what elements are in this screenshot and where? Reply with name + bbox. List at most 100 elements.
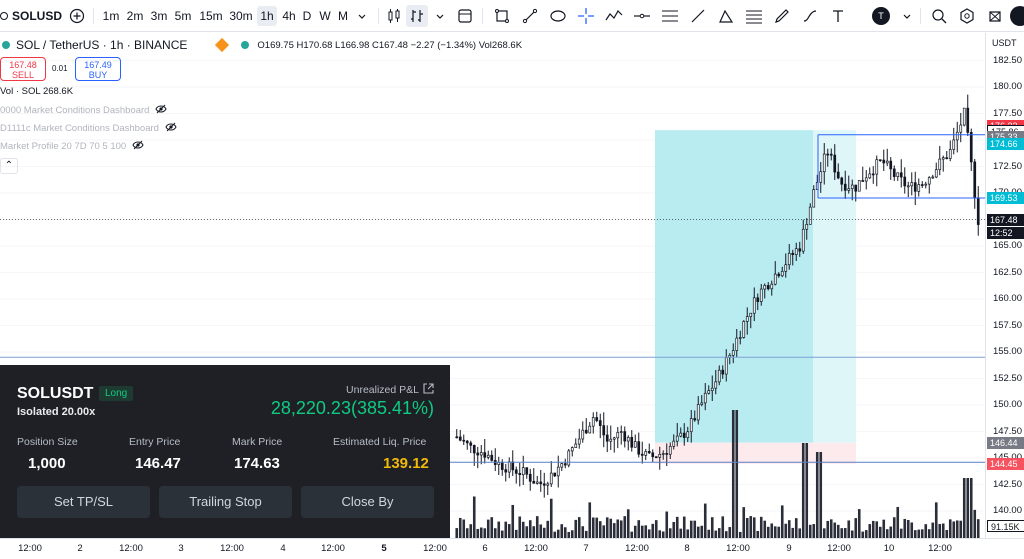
- eye-icon[interactable]: [132, 140, 144, 153]
- trendline-icon[interactable]: [519, 5, 541, 27]
- interval-15m[interactable]: 15m: [198, 6, 224, 26]
- add-symbol-icon[interactable]: [66, 5, 88, 27]
- price-axis[interactable]: USDT 182.50180.00177.50175.00172.50170.0…: [985, 33, 1024, 538]
- user-avatar[interactable]: T: [870, 5, 892, 27]
- chart-title[interactable]: SOL / TetherUS · 1h · BINANCE: [16, 38, 187, 52]
- time-label: 7: [583, 543, 589, 554]
- interval-1m[interactable]: 1m: [101, 6, 121, 26]
- sell-button[interactable]: 167.48 SELL: [0, 57, 46, 81]
- collapse-legend-button[interactable]: ⌃: [0, 158, 18, 174]
- trailing-stop-button[interactable]: Trailing Stop: [159, 486, 292, 518]
- volume-bar: [486, 519, 490, 538]
- volume-bar: [528, 520, 532, 538]
- volume-bar: [497, 521, 501, 538]
- triangle-icon[interactable]: [715, 5, 737, 27]
- volume-bar: [875, 521, 879, 538]
- parallel-channel-icon[interactable]: [659, 5, 681, 27]
- share-icon[interactable]: [423, 383, 434, 397]
- interval-2m[interactable]: 2m: [124, 6, 146, 26]
- volume-bar: [637, 520, 641, 538]
- interval-4h[interactable]: 4h: [279, 6, 299, 26]
- horizontal-line-icon[interactable]: [631, 5, 653, 27]
- volume-legend[interactable]: Vol · SOL 268.6K: [0, 86, 73, 97]
- path-icon[interactable]: [603, 5, 625, 27]
- eye-icon[interactable]: [155, 104, 168, 117]
- candle-body: [465, 440, 469, 444]
- time-label: 12:00: [18, 543, 42, 554]
- line-tool-icon[interactable]: [687, 5, 709, 27]
- volume-bar: [640, 525, 644, 538]
- set-tp-sl-button[interactable]: Set TP/SL: [17, 486, 150, 518]
- volume-bar: [966, 478, 970, 538]
- indicator-legend-2[interactable]: D1111c Market Conditions Dashboard: [0, 122, 177, 135]
- volume-bar: [724, 531, 728, 538]
- candle-body: [609, 438, 613, 442]
- candle-body: [854, 184, 858, 192]
- rectangle-icon[interactable]: [491, 5, 513, 27]
- buy-button[interactable]: 167.49 BUY: [75, 57, 121, 81]
- candle-body: [787, 252, 791, 266]
- volume-bar: [836, 524, 840, 538]
- camera-icon[interactable]: [984, 5, 1006, 27]
- volume-bar: [675, 516, 679, 538]
- volume-bar: [780, 505, 784, 538]
- chevron-down-icon[interactable]: [896, 5, 918, 27]
- margin-mode: Isolated 20.00x: [17, 406, 96, 418]
- price-tick-label: 180.00: [992, 81, 1022, 92]
- interval-d[interactable]: D: [300, 6, 314, 26]
- candle-body: [941, 157, 945, 160]
- candle-body: [665, 453, 669, 455]
- shape-icon[interactable]: [547, 5, 569, 27]
- indicator-legend-1[interactable]: 0000 Market Conditions Dashboard: [0, 104, 168, 117]
- candle-body: [738, 337, 742, 339]
- currency-label[interactable]: USDT: [992, 38, 1017, 48]
- interval-5m[interactable]: 5m: [172, 6, 194, 26]
- crosshair-icon[interactable]: [575, 5, 597, 27]
- interval-w[interactable]: W: [317, 6, 333, 26]
- eye-icon[interactable]: [165, 122, 177, 135]
- volume-bar: [717, 528, 721, 538]
- chevron-down-icon[interactable]: [429, 5, 451, 27]
- volume-bar: [623, 516, 627, 538]
- settings-icon[interactable]: [956, 5, 978, 27]
- indicator-legend-3[interactable]: Market Profile 20 7D 70 5 100: [0, 140, 144, 153]
- indicators-icon[interactable]: [406, 5, 428, 27]
- volume-bar: [542, 527, 546, 538]
- time-axis[interactable]: 12:00 2 12:00 3 12:00 4 12:00 5 12:00 6 12:00 7 12:0…: [0, 538, 1024, 559]
- currency-icon: [215, 37, 230, 53]
- brush-icon[interactable]: [771, 5, 793, 27]
- loss-zone: [655, 442, 856, 464]
- gann-box-icon[interactable]: [743, 5, 765, 27]
- candle-body: [959, 124, 963, 133]
- candle-body: [735, 337, 739, 351]
- candle-body: [917, 184, 921, 192]
- text-icon[interactable]: [827, 5, 849, 27]
- profile-button[interactable]: [1009, 5, 1024, 27]
- volume-bar: [766, 526, 770, 538]
- candle-body: [801, 228, 805, 252]
- volume-bar: [819, 452, 823, 538]
- interval-1h[interactable]: 1h: [257, 6, 277, 26]
- volume-bar: [822, 528, 826, 538]
- price-tag: 167.48: [987, 213, 1024, 226]
- zoom-icon[interactable]: [928, 5, 950, 27]
- templates-icon[interactable]: [454, 5, 476, 27]
- volume-bar: [696, 526, 700, 538]
- volume-bar: [602, 525, 606, 538]
- candle-body: [616, 432, 620, 439]
- volume-bar: [945, 530, 949, 538]
- candle-body: [637, 441, 641, 455]
- candle-body: [871, 173, 875, 176]
- time-label: 12:00: [524, 543, 548, 554]
- candles-icon[interactable]: [383, 5, 405, 27]
- volume-bar: [511, 504, 515, 538]
- symbol-search-button[interactable]: SOLUSD: [0, 4, 62, 28]
- pencil-icon[interactable]: [799, 5, 821, 27]
- volume-bar: [735, 410, 739, 538]
- chevron-down-icon[interactable]: [351, 5, 373, 27]
- close-by-button[interactable]: Close By: [301, 486, 434, 518]
- interval-3m[interactable]: 3m: [149, 6, 169, 26]
- interval-30m[interactable]: 30m: [228, 6, 254, 26]
- interval-m[interactable]: M: [336, 6, 350, 26]
- candle-body: [759, 288, 763, 302]
